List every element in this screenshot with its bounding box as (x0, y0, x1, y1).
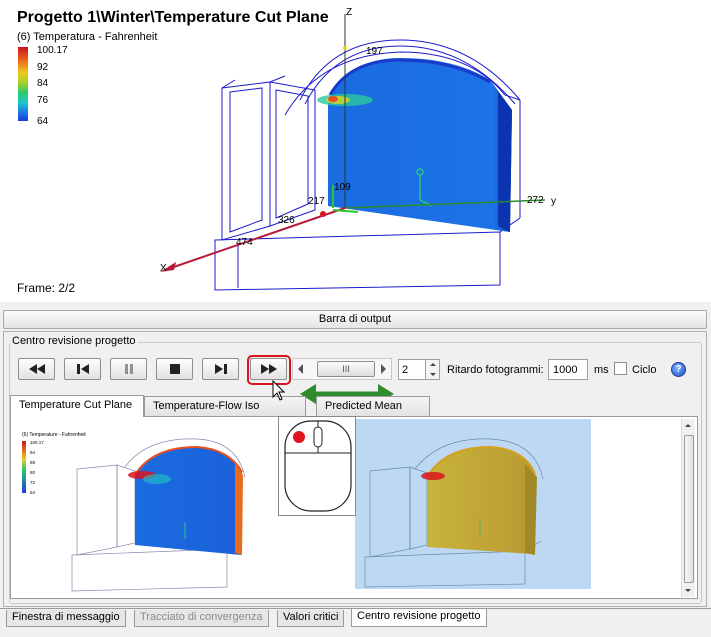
legend-value: 76 (37, 95, 49, 106)
viewport-title: Progetto 1\Winter\Temperature Cut Plane (17, 9, 329, 26)
bottom-tab-message-window[interactable]: Finestra di messaggio (6, 610, 126, 627)
legend-value: 64 (37, 116, 49, 127)
step-forward-icon (214, 364, 227, 374)
stop-icon (169, 364, 180, 374)
x-axis-label: X (160, 263, 167, 274)
rewind-icon (28, 364, 45, 374)
thumbnail-legend-value: 80 (30, 470, 36, 475)
step-back-button[interactable] (64, 358, 101, 380)
dimension-label: 474 (236, 237, 253, 248)
slider-left-arrow-icon[interactable] (298, 364, 303, 374)
bottom-tab-design-review-center[interactable]: Centro revisione progetto (351, 609, 487, 627)
mouse-illustration (278, 416, 356, 516)
stop-button[interactable] (156, 358, 193, 380)
dimension-label: 272 (527, 195, 544, 206)
thumbnail-temperature-cut-plane[interactable]: (6) Temperature - Fahrenheit 100.17 94 8… (17, 427, 257, 592)
chevron-up-icon (429, 363, 436, 366)
thumbnail-legend-value: 100.17 (30, 440, 44, 445)
thumbnail-predicted-mean-vote[interactable] (355, 419, 591, 589)
z-axis-label: Z (346, 7, 353, 18)
thumbnail-legend-value: 88 (30, 460, 36, 465)
thumbnail-legend-value: 64 (30, 490, 36, 495)
step-forward-button[interactable] (202, 358, 239, 380)
content-scrollbar[interactable] (681, 419, 695, 597)
pause-icon (124, 364, 133, 374)
slider-right-arrow-icon[interactable] (381, 364, 386, 374)
slider-thumb[interactable]: III (317, 361, 375, 377)
spinner-down-button[interactable] (425, 369, 439, 379)
frame-slider[interactable]: III (292, 358, 392, 380)
scrollbar-thumb[interactable] (684, 435, 694, 583)
y-axis-label: y (551, 196, 556, 207)
chevron-down-icon (429, 372, 436, 376)
frame-step-spinner[interactable] (398, 359, 440, 380)
rewind-button[interactable] (18, 358, 55, 380)
loop-checkbox[interactable] (614, 362, 627, 375)
scroll-up-icon[interactable] (685, 424, 691, 427)
color-legend-bar (18, 47, 28, 121)
review-group-label: Centro revisione progetto (10, 335, 138, 347)
tab-temperature-cut-plane[interactable]: Temperature Cut Plane (10, 395, 144, 417)
dimension-label: 326 (278, 215, 295, 226)
thumbnail-legend-value: 94 (30, 450, 36, 455)
step-back-icon (76, 364, 89, 374)
thumbnail-legend-title: (6) Temperature - Fahrenheit (22, 432, 86, 438)
legend-value: 92 (37, 62, 49, 73)
3d-viewport[interactable]: Progetto 1\Winter\Temperature Cut Plane … (0, 0, 711, 302)
room-model-graphic (160, 14, 546, 291)
dimension-label: 217 (308, 196, 325, 207)
dimension-label: 197 (366, 46, 383, 57)
thumbnail-legend-value: 72 (30, 480, 36, 485)
output-bar-toggle[interactable]: Barra di output (3, 310, 707, 329)
bottom-tab-critical-values[interactable]: Valori critici (277, 610, 345, 627)
dimension-label: 109 (334, 182, 351, 193)
frame-counter: Frame: 2/2 (17, 281, 76, 295)
legend-value: 84 (37, 78, 49, 89)
legend-title: (6) Temperatura - Fahrenheit (17, 31, 158, 43)
bottom-tab-convergence-plot[interactable]: Tracciato di convergenza (134, 610, 269, 627)
help-icon[interactable]: ? (671, 362, 686, 377)
ms-unit-label: ms (594, 364, 609, 376)
thumbnail-pmv-graphic (364, 438, 544, 588)
tab-predicted-mean-vote[interactable]: Predicted Mean Vote (316, 396, 430, 431)
legend-value: 100.17 (37, 45, 68, 56)
mouse-cursor-icon (272, 380, 286, 401)
frame-delay-label: Ritardo fotogrammi: (447, 364, 544, 376)
scroll-down-icon[interactable] (685, 589, 691, 592)
mouse-icon (284, 420, 352, 512)
frame-delay-input[interactable] (548, 359, 588, 380)
loop-label: Ciclo (632, 364, 657, 376)
pause-button[interactable] (110, 358, 147, 380)
frame-step-input[interactable] (399, 360, 425, 379)
